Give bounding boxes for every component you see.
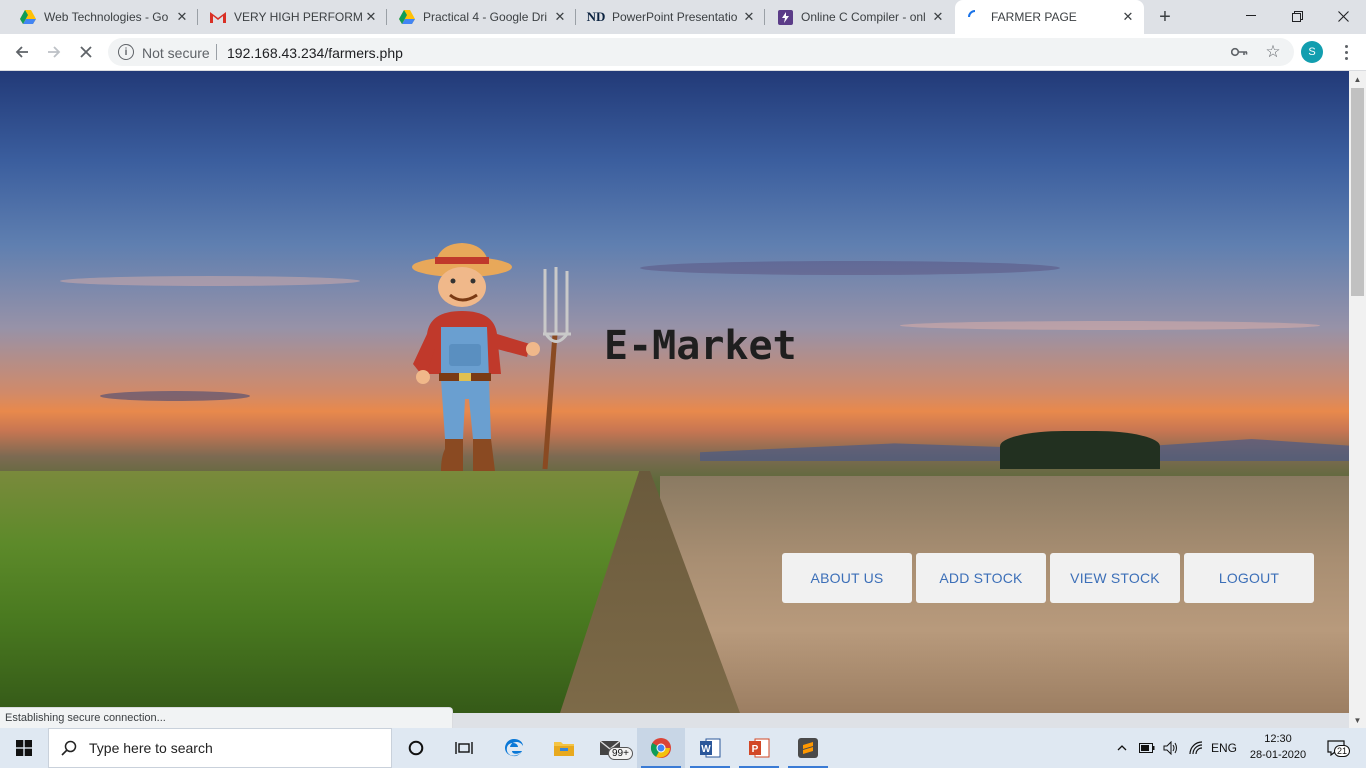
logout-button[interactable]: LOGOUT [1184, 553, 1314, 603]
browser-toolbar: i Not secure 192.168.43.234/farmers.php … [0, 34, 1366, 71]
battery-icon[interactable] [1137, 728, 1157, 768]
cloud [60, 276, 360, 286]
google-drive-icon [399, 9, 415, 25]
svg-text:P: P [752, 744, 759, 755]
stop-loading-button[interactable] [72, 38, 100, 66]
windows-taskbar: Type here to search 99+ W P ENG 12:30 28… [0, 728, 1366, 768]
close-icon[interactable]: ✕ [1120, 9, 1136, 25]
tree-line [1000, 431, 1160, 469]
mail-icon[interactable]: 99+ [588, 728, 636, 768]
brand-title: E-Market [604, 323, 797, 369]
main-nav: ABOUT US ADD STOCK VIEW STOCK LOGOUT [782, 553, 1314, 603]
google-drive-icon [20, 9, 36, 25]
close-icon[interactable]: ✕ [363, 9, 379, 25]
start-button[interactable] [0, 728, 48, 768]
search-placeholder: Type here to search [89, 740, 213, 756]
tab-title: PowerPoint Presentatio [612, 10, 738, 24]
file-explorer-icon[interactable] [540, 728, 588, 768]
menu-icon[interactable] [1336, 40, 1356, 64]
profile-avatar[interactable]: S [1301, 41, 1323, 63]
tab-title: VERY HIGH PERFORMA [234, 10, 363, 24]
clock-time: 12:30 [1264, 733, 1292, 745]
sublime-text-icon[interactable] [784, 728, 832, 768]
clock-date: 28-01-2020 [1249, 749, 1307, 761]
taskbar-search-box[interactable]: Type here to search [48, 728, 392, 768]
stop-icon [80, 46, 92, 58]
close-icon[interactable]: ✕ [552, 9, 568, 25]
system-clock[interactable]: 12:30 28-01-2020 [1246, 731, 1310, 763]
tab-practical-4[interactable]: Practical 4 - Google Dri ✕ [387, 0, 576, 34]
url-text[interactable]: 192.168.43.234/farmers.php [227, 45, 403, 61]
new-tab-button[interactable]: + [1152, 4, 1178, 30]
loading-spinner-icon [967, 9, 983, 25]
chevron-up-icon[interactable] [1112, 728, 1132, 768]
volume-icon[interactable] [1161, 728, 1181, 768]
notification-center-icon[interactable]: 21 [1318, 728, 1354, 768]
cloud [100, 391, 250, 401]
tab-online-compiler[interactable]: Online C Compiler - onl ✕ [765, 0, 954, 34]
bookmark-star-icon[interactable]: ☆ [1263, 42, 1283, 62]
view-stock-button[interactable]: VIEW STOCK [1050, 553, 1180, 603]
windows-logo-icon [16, 740, 32, 756]
arrow-right-icon [48, 46, 61, 58]
tab-powerpoint[interactable]: ND PowerPoint Presentatio ✕ [576, 0, 765, 34]
add-stock-button[interactable]: ADD STOCK [916, 553, 1046, 603]
notification-count-badge: 21 [1334, 745, 1351, 757]
green-field [0, 471, 650, 713]
page-viewport: E-Market ABOUT US ADD STOCK VIEW STOCK L… [0, 71, 1349, 713]
tab-web-technologies[interactable]: Web Technologies - Go ✕ [8, 0, 198, 34]
farmer-illustration [412, 243, 571, 471]
key-icon[interactable] [1230, 43, 1248, 61]
wifi-icon[interactable] [1186, 728, 1206, 768]
tab-title: Web Technologies - Go [44, 10, 169, 24]
task-view-icon[interactable] [440, 728, 488, 768]
mail-badge: 99+ [608, 747, 633, 760]
arrow-left-icon [15, 46, 28, 58]
close-icon[interactable]: ✕ [741, 9, 757, 25]
tab-title: Online C Compiler - onl [801, 10, 926, 24]
cloud [640, 261, 1060, 275]
gmail-icon [210, 9, 226, 25]
status-bubble: Establishing secure connection... [0, 707, 453, 728]
tab-title: Practical 4 - Google Dri [423, 10, 548, 24]
svg-text:W: W [701, 744, 711, 755]
powerpoint-icon[interactable]: P [735, 728, 783, 768]
close-icon[interactable]: ✕ [174, 9, 190, 25]
scroll-thumb[interactable] [1351, 88, 1364, 296]
chrome-icon[interactable] [637, 728, 685, 768]
forward-button[interactable] [40, 38, 68, 66]
about-us-button[interactable]: ABOUT US [782, 553, 912, 603]
browser-tab-strip: Web Technologies - Go ✕ VERY HIGH PERFOR… [0, 0, 1366, 34]
vertical-scrollbar[interactable]: ▲ ▼ [1349, 71, 1366, 728]
notre-dame-icon: ND [586, 9, 606, 24]
info-icon[interactable]: i [118, 44, 134, 60]
search-icon [49, 740, 89, 756]
omnibox-divider [216, 44, 217, 60]
minimize-button[interactable] [1228, 0, 1274, 32]
restore-button[interactable] [1274, 0, 1320, 32]
cloud [900, 321, 1320, 330]
word-icon[interactable]: W [686, 728, 734, 768]
close-window-button[interactable] [1320, 0, 1366, 32]
language-indicator[interactable]: ENG [1208, 728, 1240, 768]
back-button[interactable] [8, 38, 36, 66]
tab-gmail[interactable]: VERY HIGH PERFORMA ✕ [198, 0, 387, 34]
tab-title: FARMER PAGE [991, 10, 1077, 24]
edge-icon[interactable] [490, 728, 538, 768]
security-label[interactable]: Not secure [142, 45, 210, 61]
cortana-icon[interactable] [392, 728, 440, 768]
scroll-down-arrow-icon[interactable]: ▼ [1349, 712, 1366, 728]
address-bar[interactable]: i Not secure 192.168.43.234/farmers.php … [108, 38, 1294, 66]
scroll-up-arrow-icon[interactable]: ▲ [1349, 71, 1366, 87]
tab-farmer-page[interactable]: FARMER PAGE ✕ [955, 0, 1144, 34]
close-icon[interactable]: ✕ [930, 9, 946, 25]
bolt-icon [777, 9, 793, 25]
